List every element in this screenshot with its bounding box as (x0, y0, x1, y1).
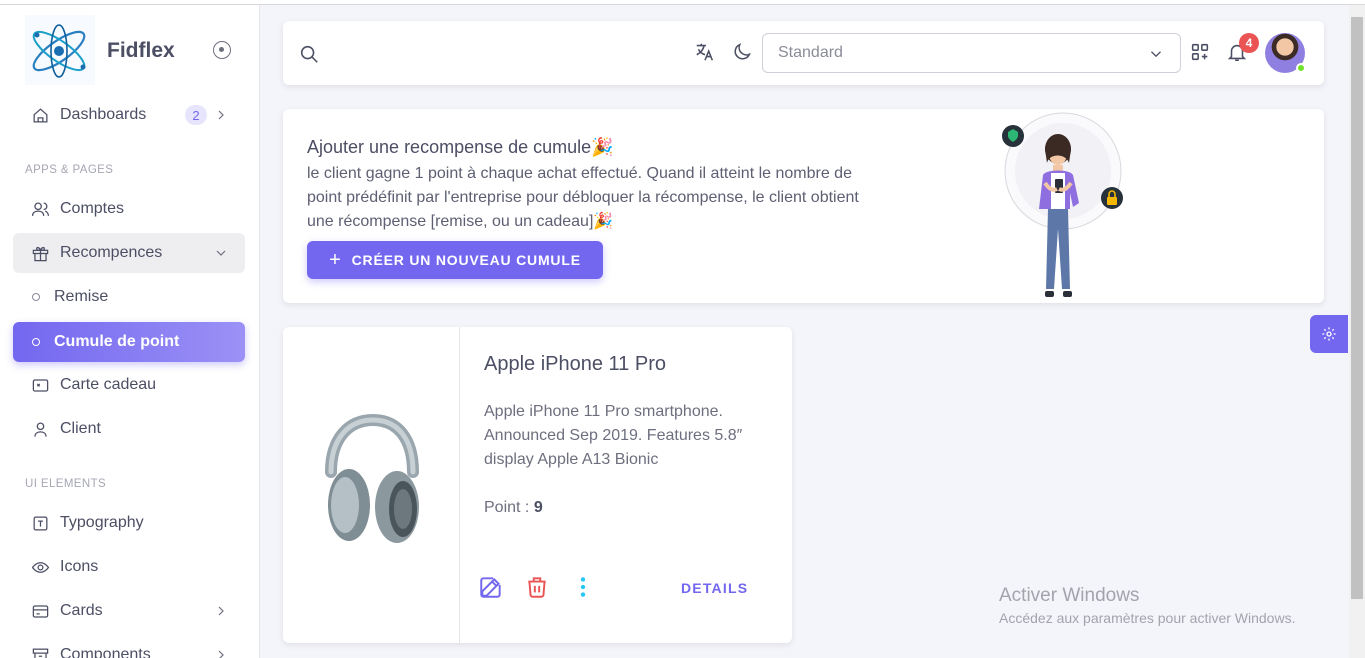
eye-icon (30, 557, 50, 577)
dashboards-count-badge: 2 (185, 105, 207, 125)
sidebar-item-label: Components (60, 646, 151, 658)
product-card: Apple iPhone 11 Pro Apple iPhone 11 Pro … (283, 327, 792, 643)
section-title-ui-elements: UI Elements (25, 478, 107, 490)
sidebar-item-label: Icons (60, 558, 99, 575)
text-icon (30, 513, 50, 533)
chevron-right-icon (213, 107, 229, 123)
sidebar-item-remise[interactable]: Remise (13, 277, 245, 317)
sidebar-pin-icon[interactable] (213, 41, 231, 59)
sidebar-item-carte-cadeau[interactable]: Carte cadeau (13, 365, 245, 405)
layout-select-value: Standard (778, 44, 843, 61)
chevron-right-icon (213, 603, 229, 619)
woman-phone-illustration (1002, 112, 1123, 297)
archive-icon (30, 645, 50, 658)
create-cumule-button-label: Créer un nouveau cumule (351, 252, 581, 268)
brand[interactable]: Fidflex (25, 15, 255, 87)
sidebar: Fidflex Dashboards 2 Apps & Pages Compte… (0, 5, 260, 658)
gear-icon (1322, 327, 1336, 341)
online-status-dot (1296, 63, 1306, 73)
sidebar-item-cards[interactable]: Cards (13, 591, 245, 631)
details-button[interactable]: DETAILS (681, 580, 748, 596)
product-description: Apple iPhone 11 Pro smartphone. Announce… (484, 403, 743, 468)
sidebar-item-label: Remise (54, 288, 109, 305)
sidebar-item-components[interactable]: Components (13, 635, 245, 658)
customizer-button[interactable] (1310, 315, 1348, 353)
circle-icon (32, 293, 40, 301)
product-image (283, 327, 460, 643)
card-icon (30, 375, 50, 395)
page-scrollbar[interactable] (1349, 5, 1365, 658)
sidebar-item-label: Cumule de point (54, 333, 180, 350)
watermark-title: Activer Windows (999, 585, 1140, 606)
chevron-down-icon (1151, 51, 1161, 58)
product-points: Point : 9 (484, 499, 543, 517)
more-vertical-icon[interactable] (570, 574, 596, 600)
moon-icon[interactable] (731, 41, 753, 63)
user-icon (30, 419, 50, 439)
brand-logo-icon (25, 15, 95, 85)
sidebar-item-label: Typography (60, 514, 144, 531)
headphones-image (325, 413, 419, 543)
gift-icon (30, 243, 50, 263)
sidebar-item-dashboards[interactable]: Dashboards 2 (13, 95, 245, 135)
shortcuts-grid-icon[interactable] (1189, 41, 1211, 63)
add-reward-banner: Ajouter une recompense de cumule🎉 le cli… (283, 109, 1324, 303)
sidebar-item-label: Recompences (60, 244, 163, 261)
sidebar-item-label: Carte cadeau (60, 376, 157, 393)
brand-name: Fidflex (107, 39, 175, 62)
points-value: 9 (533, 499, 543, 516)
users-icon (30, 199, 50, 219)
sidebar-item-typography[interactable]: Typography (13, 503, 245, 543)
create-cumule-button[interactable]: + Créer un nouveau cumule (307, 241, 603, 279)
chevron-down-icon (213, 245, 229, 261)
sidebar-item-cumule-de-point[interactable]: Cumule de point (13, 322, 245, 362)
layout-select[interactable]: Standard (762, 33, 1181, 73)
circle-icon (32, 338, 40, 346)
home-icon (30, 105, 50, 125)
translate-icon[interactable] (694, 41, 716, 63)
top-navbar: Standard 4 (283, 21, 1324, 85)
chevron-right-icon (213, 647, 229, 658)
sidebar-item-label: Cards (60, 602, 103, 619)
search-icon[interactable] (298, 43, 320, 65)
sidebar-item-label: Dashboards (60, 106, 147, 123)
sidebar-item-client[interactable]: Client (13, 409, 245, 449)
section-title-apps-pages: Apps & Pages (25, 164, 114, 176)
banner-description: le client gagne 1 point à chaque achat e… (307, 165, 859, 230)
banner-title: Ajouter une recompense de cumule🎉 (307, 137, 614, 157)
watermark-subtitle: Accédez aux paramètres pour activer Wind… (999, 610, 1296, 626)
sidebar-item-recompences[interactable]: Recompences (13, 233, 245, 273)
scrollbar-thumb[interactable] (1351, 17, 1363, 599)
product-title: Apple iPhone 11 Pro (484, 353, 666, 375)
sidebar-item-label: Comptes (60, 200, 125, 217)
edit-icon[interactable] (478, 574, 504, 600)
sidebar-item-icons[interactable]: Icons (13, 547, 245, 587)
user-avatar[interactable] (1265, 33, 1306, 73)
trash-icon[interactable] (524, 574, 550, 600)
sidebar-item-label: Client (60, 420, 101, 437)
cards-icon (30, 601, 50, 621)
points-label: Point : (484, 499, 534, 516)
plus-icon: + (329, 248, 342, 271)
notification-count-badge: 4 (1239, 33, 1259, 53)
windows-activation-watermark: Activer Windows Accédez aux paramètres p… (999, 585, 1295, 626)
sidebar-item-comptes[interactable]: Comptes (13, 189, 245, 229)
